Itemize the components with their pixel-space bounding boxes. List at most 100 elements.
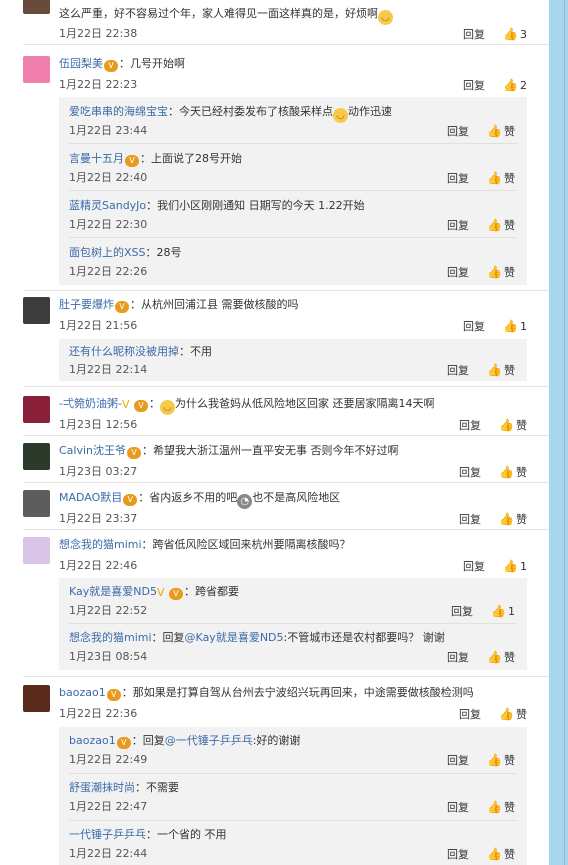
like-button[interactable]: 赞: [504, 363, 515, 379]
thumbs-up-icon[interactable]: 👍: [487, 264, 502, 280]
reply-item: 面包树上的XSS：28号 1月22日 22:26 回复 👍 赞: [59, 238, 527, 285]
mention-link[interactable]: @一代锤子乒乒乓: [165, 734, 253, 747]
reply-item: 言曼十五月 V ：上面说了28号开始 1月22日 22:40 回复 👍 赞: [59, 144, 527, 191]
reply-user[interactable]: 爱吃串串的海绵宝宝: [69, 105, 168, 118]
like-button[interactable]: 赞: [504, 171, 515, 187]
reply-item: 还有什么昵称没被用掉：不用 1月22日 22:14 回复 👍 赞: [59, 339, 527, 381]
avatar[interactable]: [23, 490, 50, 517]
like-button[interactable]: 赞: [504, 847, 515, 863]
reply-button[interactable]: 回复: [447, 218, 469, 234]
like-button[interactable]: 赞: [516, 465, 527, 481]
reply-user[interactable]: 一代锤子乒乒乓: [69, 828, 146, 841]
reply-body: :好的谢谢: [252, 734, 301, 747]
comment-text: 这么严重，好不容易过个年，家人难得见一面这样真的是，好烦啊 ◡: [59, 6, 535, 25]
thumbs-up-icon[interactable]: 👍: [503, 77, 518, 93]
reply-button[interactable]: 回复: [463, 319, 485, 335]
reply-actions: 回复 👍 赞: [447, 123, 515, 140]
reply-button[interactable]: 回复: [463, 559, 485, 575]
reply-button[interactable]: 回复: [459, 465, 481, 481]
page-side-strip: [549, 0, 568, 865]
thumbs-up-icon[interactable]: 👍: [503, 318, 518, 334]
like-count[interactable]: 1: [508, 604, 515, 620]
thumbs-up-icon[interactable]: 👍: [487, 170, 502, 186]
thumbs-up-icon[interactable]: 👍: [503, 558, 518, 574]
reply-button[interactable]: 回复: [447, 363, 469, 379]
reply-user[interactable]: 还有什么昵称没被用掉: [69, 345, 179, 358]
comment-user[interactable]: baozao1: [59, 686, 106, 699]
reply-button[interactable]: 回复: [463, 78, 485, 94]
mention-link[interactable]: @Kay就是喜爱ND5: [185, 631, 284, 644]
avatar[interactable]: [23, 0, 50, 14]
reply-button[interactable]: 回复: [459, 512, 481, 528]
like-count[interactable]: 1: [520, 559, 527, 575]
thumbs-up-icon[interactable]: 👍: [499, 511, 514, 527]
reply-button[interactable]: 回复: [447, 650, 469, 666]
reply-user[interactable]: baozao1: [69, 734, 116, 747]
comment-user[interactable]: 肚子要爆炸: [59, 298, 114, 311]
like-count[interactable]: 2: [520, 78, 527, 94]
reply-item: 舒蛋潮抹时尚：不需要 1月22日 22:47 回复 👍 赞: [59, 774, 527, 821]
like-button[interactable]: 赞: [516, 512, 527, 528]
vip-badge-icon: V: [104, 60, 118, 72]
thumbs-up-icon[interactable]: 👍: [487, 799, 502, 815]
thumbs-up-icon[interactable]: 👍: [487, 846, 502, 862]
reply-time: 1月22日 22:14: [69, 363, 148, 376]
reply-user[interactable]: 言曼十五月: [69, 152, 124, 165]
reply-actions: 回复 👍 赞: [447, 362, 515, 379]
comment-user[interactable]: MADAO默目: [59, 491, 122, 504]
avatar[interactable]: [23, 56, 50, 83]
like-button[interactable]: 赞: [504, 753, 515, 769]
like-button[interactable]: 赞: [504, 800, 515, 816]
like-button[interactable]: 赞: [516, 707, 527, 723]
reply-user[interactable]: 舒蛋潮抹时尚: [69, 781, 135, 794]
thumbs-up-icon[interactable]: 👍: [503, 26, 518, 42]
reply-user[interactable]: Kay就是喜爱ND5: [69, 585, 157, 598]
reply-button[interactable]: 回复: [447, 124, 469, 140]
reply-body: 跨省都要: [194, 585, 239, 598]
thumbs-up-icon[interactable]: 👍: [487, 217, 502, 233]
comment-user[interactable]: Calvin沈王爷: [59, 444, 126, 457]
like-button[interactable]: 赞: [504, 218, 515, 234]
thumbs-up-icon[interactable]: 👍: [487, 362, 502, 378]
thumbs-up-icon[interactable]: 👍: [499, 464, 514, 480]
reply-user[interactable]: 想念我的猫mimi: [69, 631, 152, 644]
thumbs-up-icon[interactable]: 👍: [487, 649, 502, 665]
like-button[interactable]: 赞: [504, 265, 515, 281]
reply-user[interactable]: 蓝精灵SandyJo: [69, 199, 146, 212]
avatar[interactable]: [23, 396, 50, 423]
reply-button[interactable]: 回复: [447, 171, 469, 187]
thumbs-up-icon[interactable]: 👍: [499, 417, 514, 433]
thumbs-up-icon[interactable]: 👍: [487, 752, 502, 768]
reply-button[interactable]: 回复: [459, 418, 481, 434]
like-count[interactable]: 1: [520, 319, 527, 335]
thumbs-up-icon[interactable]: 👍: [487, 123, 502, 139]
reply-button[interactable]: 回复: [451, 604, 473, 620]
reply-button[interactable]: 回复: [463, 27, 485, 43]
reply-time: 1月22日 22:44: [69, 847, 148, 860]
comment-user[interactable]: 伍园梨美: [59, 57, 103, 70]
like-button[interactable]: 赞: [516, 418, 527, 434]
reply-button[interactable]: 回复: [447, 265, 469, 281]
comment-user[interactable]: 想念我的猫mimi: [59, 538, 142, 551]
reply-body: 不用: [190, 345, 212, 358]
reply-button[interactable]: 回复: [447, 847, 469, 863]
thumbs-up-icon[interactable]: 👍: [491, 603, 506, 619]
comment-user[interactable]: -弌箢奶油粥-: [59, 397, 122, 410]
avatar[interactable]: [23, 297, 50, 324]
like-button[interactable]: 赞: [504, 650, 515, 666]
reply-time: 1月23日 08:54: [69, 650, 148, 663]
comment-body-tail: 也不是高风险地区: [252, 491, 341, 504]
reply-user[interactable]: 面包树上的XSS: [69, 246, 146, 259]
like-button[interactable]: 赞: [504, 124, 515, 140]
avatar[interactable]: [23, 443, 50, 470]
reply-button[interactable]: 回复: [447, 800, 469, 816]
comment-body: 几号开始啊: [130, 57, 185, 70]
avatar[interactable]: [23, 537, 50, 564]
like-count[interactable]: 3: [520, 27, 527, 43]
thumbs-up-icon[interactable]: 👍: [499, 706, 514, 722]
avatar[interactable]: [23, 685, 50, 712]
reply-button[interactable]: 回复: [459, 707, 481, 723]
reply-button[interactable]: 回复: [447, 753, 469, 769]
colon: ：: [142, 444, 154, 457]
comment-body: 从杭州回浦江县 需要做核酸的吗: [141, 298, 299, 311]
